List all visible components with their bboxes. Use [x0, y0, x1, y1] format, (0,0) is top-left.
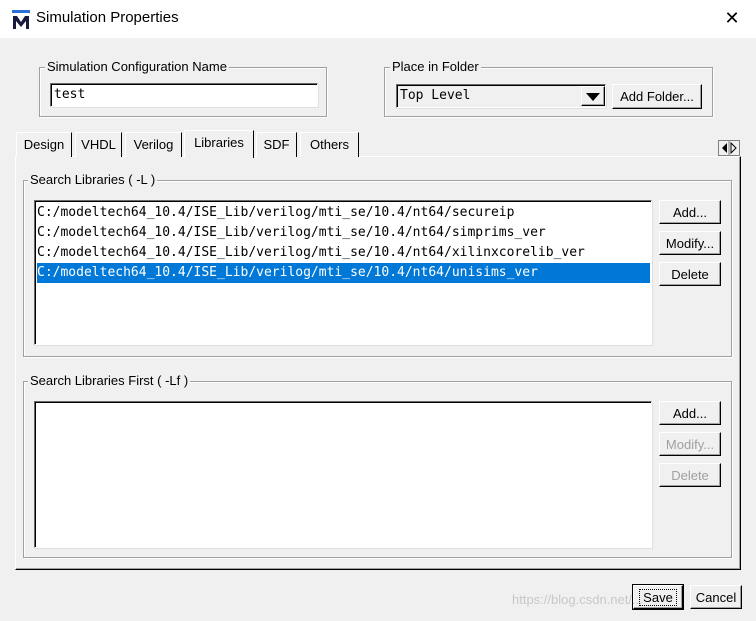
config-name-legend: Simulation Configuration Name: [45, 59, 229, 74]
search-libraries-delete-button[interactable]: Delete: [659, 262, 721, 286]
list-item[interactable]: C:/modeltech64_10.4/ISE_Lib/verilog/mti_…: [37, 203, 650, 223]
tab-verilog[interactable]: Verilog: [125, 132, 182, 157]
tab-libraries-label: Libraries: [194, 135, 244, 150]
window-title: Simulation Properties: [36, 9, 179, 26]
cancel-button[interactable]: Cancel: [690, 585, 742, 609]
list-item[interactable]: C:/modeltech64_10.4/ISE_Lib/verilog/mti_…: [37, 223, 650, 243]
search-libraries-first-modify-button[interactable]: Modify...: [659, 432, 721, 456]
tab-others[interactable]: Others: [300, 132, 359, 157]
tab-verilog-label: Verilog: [133, 137, 174, 152]
tab-libraries[interactable]: Libraries: [184, 130, 254, 158]
folder-selected-value: Top Level: [400, 88, 471, 103]
search-libraries-legend: Search Libraries ( -L ): [28, 172, 158, 187]
folder-select[interactable]: Top Level: [396, 84, 606, 108]
search-libraries-first-legend: Search Libraries First ( -Lf ): [28, 373, 191, 388]
folder-dropdown-button[interactable]: [581, 86, 605, 106]
watermark-text: https://blog.csdn.net/...: [512, 592, 643, 607]
search-libraries-first-delete-button[interactable]: Delete: [659, 463, 721, 487]
modify-label: Modify...: [665, 235, 715, 251]
cancel-label: Cancel: [695, 589, 737, 605]
config-name-value: test: [54, 87, 86, 102]
tab-others-label: Others: [309, 137, 349, 152]
search-libraries-first-add-button[interactable]: Add...: [659, 401, 721, 425]
add-folder-button[interactable]: Add Folder...: [612, 84, 702, 109]
config-name-input[interactable]: test: [50, 83, 318, 107]
search-libraries-list[interactable]: C:/modeltech64_10.4/ISE_Lib/verilog/mti_…: [34, 200, 652, 345]
delete-label: Delete: [671, 467, 709, 483]
add-label: Add...: [673, 204, 707, 220]
search-libraries-modify-button[interactable]: Modify...: [659, 231, 721, 255]
chevron-down-icon: [586, 89, 600, 104]
add-folder-label: Add Folder...: [620, 89, 694, 104]
tab-vhdl[interactable]: VHDL: [75, 132, 122, 157]
save-label: Save: [639, 588, 677, 606]
search-libraries-first-list[interactable]: [34, 401, 652, 548]
list-item[interactable]: C:/modeltech64_10.4/ISE_Lib/verilog/mti_…: [37, 243, 650, 263]
close-icon[interactable]: ✕: [714, 4, 750, 34]
tab-sdf-label: SDF: [263, 137, 290, 152]
add-label: Add...: [673, 405, 707, 421]
folder-legend: Place in Folder: [390, 59, 481, 74]
tab-vhdl-label: VHDL: [81, 137, 116, 152]
tab-scroll-arrows-icon: [722, 141, 737, 155]
delete-label: Delete: [671, 266, 709, 282]
tab-sdf[interactable]: SDF: [256, 132, 297, 157]
search-libraries-add-button[interactable]: Add...: [659, 200, 721, 224]
tab-design[interactable]: Design: [16, 132, 72, 157]
tab-design-label: Design: [23, 137, 65, 152]
modify-label: Modify...: [665, 436, 715, 452]
list-item-selected[interactable]: C:/modeltech64_10.4/ISE_Lib/verilog/mti_…: [37, 263, 650, 283]
modelsim-logo-icon: [11, 9, 31, 31]
tab-scroll-arrows[interactable]: [718, 140, 740, 156]
